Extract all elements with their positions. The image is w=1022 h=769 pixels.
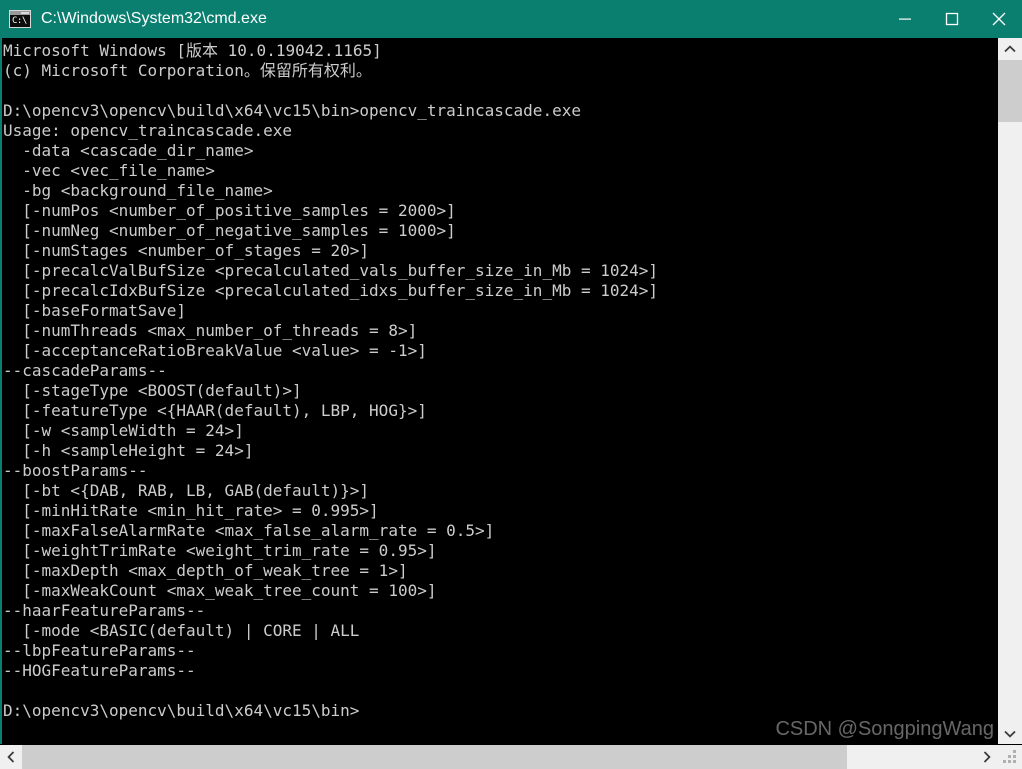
maximize-icon xyxy=(945,12,958,26)
grip-dot xyxy=(1013,760,1016,763)
console-line: (c) Microsoft Corporation。保留所有权利。 xyxy=(3,61,372,80)
chevron-right-icon xyxy=(983,751,991,763)
console-line: --haarFeatureParams-- xyxy=(3,601,206,620)
console-line: --cascadeParams-- xyxy=(3,361,167,380)
scroll-right-button[interactable] xyxy=(975,745,997,769)
console-line: [-stageType <BOOST(default)>] xyxy=(3,381,302,400)
scroll-up-button[interactable] xyxy=(998,38,1022,60)
cmd-icon-titlebar xyxy=(10,11,30,15)
chevron-down-icon xyxy=(1004,730,1016,738)
console-line: D:\opencv3\opencv\build\x64\vc15\bin>ope… xyxy=(3,101,581,120)
maximize-button[interactable] xyxy=(928,0,975,38)
grip-dot xyxy=(1013,750,1016,753)
console-line: Microsoft Windows [版本 10.0.19042.1165] xyxy=(3,41,382,60)
console-line: [-weightTrimRate <weight_trim_rate = 0.9… xyxy=(3,541,437,560)
minimize-icon xyxy=(898,18,911,20)
cmd-icon-prompt-glyph: C:\ xyxy=(12,16,27,26)
console-line: [-numThreads <max_number_of_threads = 8>… xyxy=(3,321,418,340)
window-body: Microsoft Windows [版本 10.0.19042.1165] (c… xyxy=(0,38,1022,744)
console-line: [-maxFalseAlarmRate <max_false_alarm_rat… xyxy=(3,521,495,540)
console-line: [-acceptanceRatioBreakValue <value> = -1… xyxy=(3,341,427,360)
console-line: -data <cascade_dir_name> xyxy=(3,141,254,160)
console-line: --HOGFeatureParams-- xyxy=(3,661,196,680)
console-line: --boostParams-- xyxy=(3,461,148,480)
console-line: [-numNeg <number_of_negative_samples = 1… xyxy=(3,221,456,240)
console-line: -vec <vec_file_name> xyxy=(3,161,215,180)
console-line: -bg <background_file_name> xyxy=(3,181,273,200)
title-bar-left: C:\ C:\Windows\System32\cmd.exe xyxy=(0,9,881,29)
console-output-area[interactable]: Microsoft Windows [版本 10.0.19042.1165] (c… xyxy=(0,38,997,744)
console-line: [-minHitRate <min_hit_rate> = 0.995>] xyxy=(3,501,379,520)
vertical-scroll-track[interactable] xyxy=(998,60,1022,722)
scroll-left-button[interactable] xyxy=(0,745,22,769)
console-line: [-numPos <number_of_positive_samples = 2… xyxy=(3,201,456,220)
resize-grip[interactable] xyxy=(997,745,1022,769)
console-line: Usage: opencv_traincascade.exe xyxy=(3,121,292,140)
console-line: [-w <sampleWidth = 24>] xyxy=(3,421,244,440)
horizontal-scroll-track[interactable] xyxy=(22,745,975,769)
console-line: [-h <sampleHeight = 24>] xyxy=(3,441,254,460)
vertical-scroll-thumb[interactable] xyxy=(998,60,1022,122)
console-line: D:\opencv3\opencv\build\x64\vc15\bin> xyxy=(3,701,360,720)
window-title: C:\Windows\System32\cmd.exe xyxy=(41,10,267,27)
title-bar[interactable]: C:\ C:\Windows\System32\cmd.exe xyxy=(0,0,1022,38)
horizontal-scroll-thumb[interactable] xyxy=(22,745,847,769)
console-line: [-maxDepth <max_depth_of_weak_tree = 1>] xyxy=(3,561,408,580)
grip-dot xyxy=(1013,755,1016,758)
console-line: [-precalcValBufSize <precalculated_vals_… xyxy=(3,261,659,280)
grip-dot xyxy=(1008,760,1011,763)
minimize-button[interactable] xyxy=(881,0,928,38)
window-controls xyxy=(881,0,1022,38)
vertical-scrollbar[interactable] xyxy=(997,38,1022,744)
close-icon xyxy=(992,12,1005,26)
console-text: Microsoft Windows [版本 10.0.19042.1165] (c… xyxy=(2,41,997,744)
horizontal-scrollbar[interactable] xyxy=(0,744,1022,769)
close-button[interactable] xyxy=(975,0,1022,38)
chevron-up-icon xyxy=(1004,44,1016,52)
cmd-exe-icon: C:\ xyxy=(9,10,31,28)
console-line: --lbpFeatureParams-- xyxy=(3,641,196,660)
console-line: [-precalcIdxBufSize <precalculated_idxs_… xyxy=(3,281,659,300)
grip-dot xyxy=(1008,755,1011,758)
cmd-window: C:\ C:\Windows\System32\cmd.exe Microsof… xyxy=(0,0,1022,769)
scroll-down-button[interactable] xyxy=(998,722,1022,744)
console-line: [-maxWeakCount <max_weak_tree_count = 10… xyxy=(3,581,437,600)
console-line: [-featureType <{HAAR(default), LBP, HOG}… xyxy=(3,401,427,420)
chevron-left-icon xyxy=(6,751,14,763)
console-line: [-mode <BASIC(default) | CORE | ALL xyxy=(3,621,360,640)
console-line: [-numStages <number_of_stages = 20>] xyxy=(3,241,370,260)
grip-dot xyxy=(1003,760,1006,763)
console-line: [-bt <{DAB, RAB, LB, GAB(default)}>] xyxy=(3,481,370,500)
console-line: [-baseFormatSave] xyxy=(3,301,187,320)
